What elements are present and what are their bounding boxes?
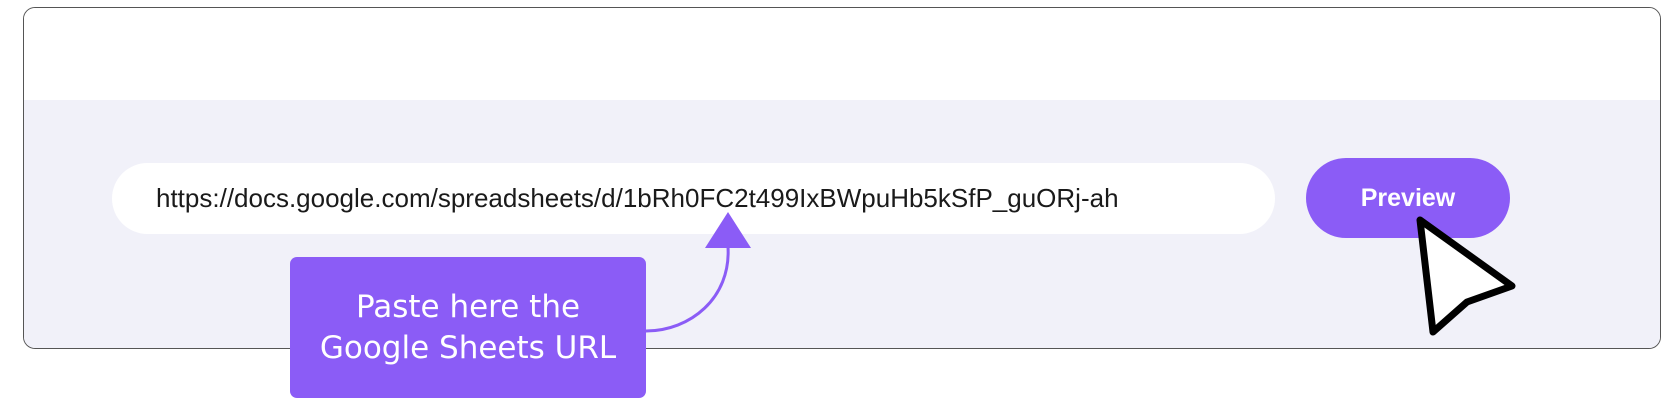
preview-button[interactable]: Preview: [1306, 158, 1510, 238]
input-band: Preview: [24, 100, 1660, 348]
sheet-url-input[interactable]: [112, 163, 1275, 234]
card-header-area: [24, 8, 1660, 100]
url-card: Preview: [23, 7, 1661, 349]
callout-line-2: Google Sheets URL: [319, 329, 617, 366]
callout-line-1: Paste here the: [355, 288, 581, 325]
instruction-callout: Paste here the Google Sheets URL: [290, 257, 646, 398]
